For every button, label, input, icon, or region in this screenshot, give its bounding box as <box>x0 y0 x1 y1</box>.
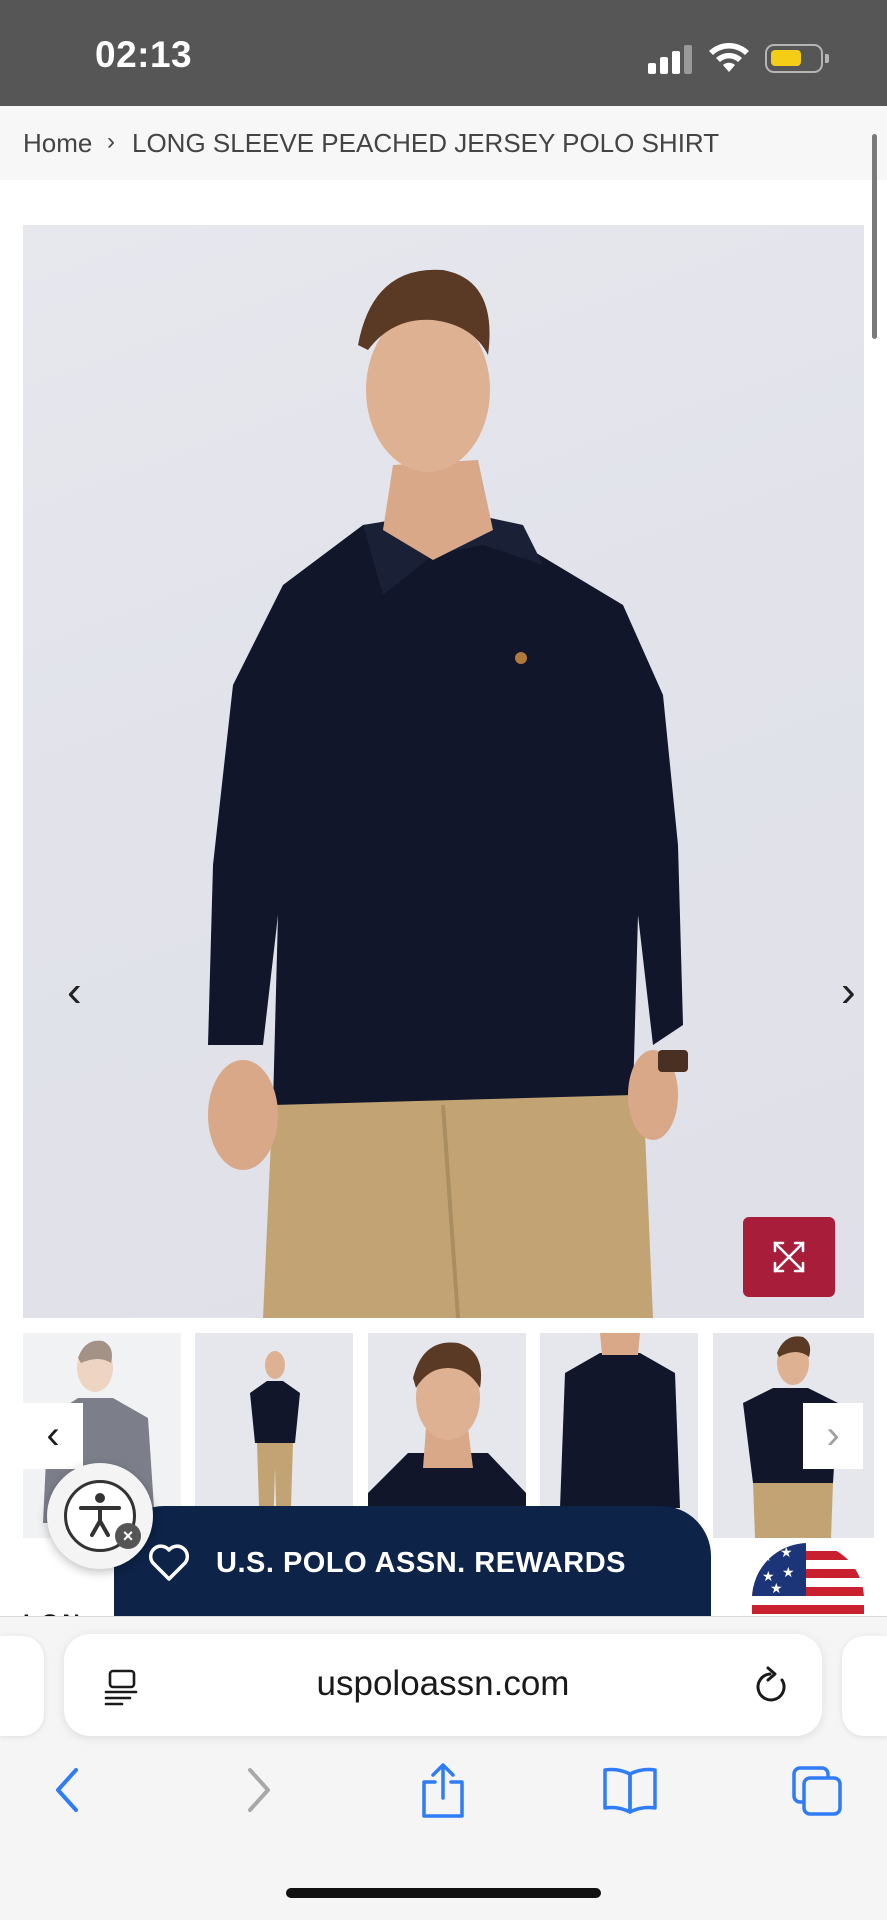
reload-icon[interactable] <box>752 1664 792 1706</box>
flag-icon[interactable]: ★ ★ ★ ★ ★ <box>752 1543 864 1623</box>
screen: 02:13 Home › LONG SLEEVE PEACHED JERSEY … <box>0 0 887 1920</box>
cellular-icon <box>648 44 694 74</box>
breadcrumb: Home › LONG SLEEVE PEACHED JERSEY POLO S… <box>0 106 887 180</box>
back-icon[interactable] <box>48 1762 88 1818</box>
breadcrumb-separator: › <box>107 128 115 155</box>
gallery-prev-button[interactable]: ‹ <box>67 970 82 1014</box>
address-bar[interactable]: uspoloassn.com <box>64 1634 822 1736</box>
heart-icon <box>148 1544 190 1581</box>
breadcrumb-current: LONG SLEEVE PEACHED JERSEY POLO SHIRT <box>132 128 720 158</box>
svg-text:★: ★ <box>760 1549 773 1565</box>
expand-icon <box>773 1241 805 1273</box>
accessibility-button[interactable]: × <box>47 1463 153 1569</box>
page-scrollbar[interactable] <box>872 134 877 339</box>
breadcrumb-home-link[interactable]: Home <box>23 128 92 159</box>
next-tab-peek[interactable] <box>842 1636 887 1736</box>
fullscreen-button[interactable] <box>743 1217 835 1297</box>
tabs-icon[interactable] <box>790 1762 844 1818</box>
product-photo <box>208 269 688 1318</box>
svg-text:★: ★ <box>770 1581 783 1597</box>
close-icon[interactable]: × <box>115 1523 141 1549</box>
svg-text:★: ★ <box>782 1565 795 1581</box>
rewards-label: U.S. POLO ASSN. REWARDS <box>216 1547 627 1579</box>
thumbnails-next-button[interactable]: › <box>803 1403 863 1469</box>
share-icon[interactable] <box>418 1762 468 1820</box>
battery-icon <box>765 44 829 73</box>
status-time: 02:13 <box>95 34 193 75</box>
status-bar: 02:13 <box>0 0 887 106</box>
product-main-image[interactable]: ‹ › <box>23 225 864 1318</box>
wifi-icon <box>709 43 749 72</box>
gallery-next-button[interactable]: › <box>841 970 856 1014</box>
svg-text:★: ★ <box>780 1545 793 1561</box>
bookmarks-icon[interactable] <box>601 1762 659 1818</box>
forward-icon[interactable] <box>238 1762 278 1818</box>
rewards-banner[interactable]: U.S. POLO ASSN. REWARDS <box>114 1506 711 1616</box>
url-text[interactable]: uspoloassn.com <box>64 1664 822 1704</box>
home-indicator <box>286 1888 601 1898</box>
thumbnails-prev-button[interactable]: ‹ <box>23 1403 83 1469</box>
previous-tab-peek[interactable] <box>0 1636 44 1736</box>
